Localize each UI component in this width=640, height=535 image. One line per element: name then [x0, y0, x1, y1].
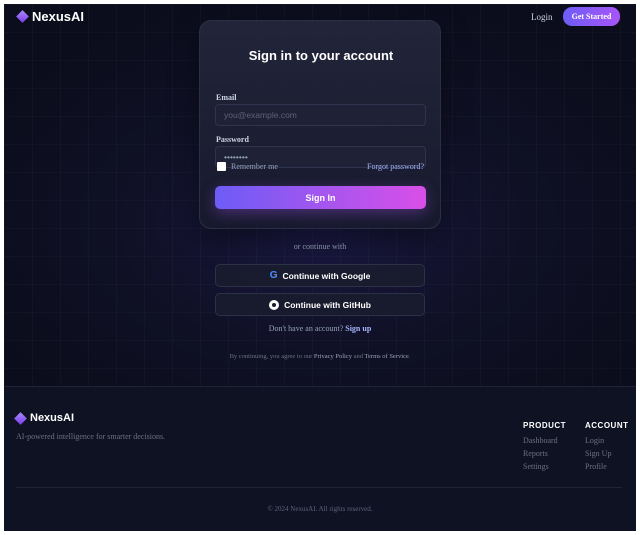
- privacy-policy-link[interactable]: Privacy Policy: [314, 353, 352, 360]
- footer-divider: [16, 487, 622, 488]
- footer-link-reports[interactable]: Reports: [523, 447, 566, 460]
- footer-link-signup[interactable]: Sign Up: [585, 447, 629, 460]
- signin-card: Sign in to your account Email Password R…: [199, 20, 441, 229]
- signin-title: Sign in to your account: [248, 48, 394, 63]
- terms-notice: By continuing, you agree to our Privacy …: [4, 353, 636, 360]
- brand-name: NexusAI: [32, 9, 85, 24]
- brand-logo[interactable]: NexusAI: [16, 9, 85, 24]
- signin-button[interactable]: Sign In: [215, 186, 426, 209]
- forgot-password-link[interactable]: Forgot password?: [367, 162, 424, 171]
- diamond-logo-icon: [16, 10, 29, 23]
- footer: NexusAI AI-powered intelligence for smar…: [4, 386, 636, 531]
- page: NexusAI Login Get Started Sign in to you…: [4, 4, 636, 531]
- footer-column-title: PRODUCT: [523, 421, 567, 430]
- google-button-label: Continue with Google: [282, 270, 371, 281]
- github-signin-button[interactable]: Continue with GitHub: [215, 293, 425, 316]
- terms-suffix: .: [408, 353, 411, 360]
- divider-text: or continue with: [293, 242, 347, 251]
- signup-prompt-text: Don't have an account?: [268, 324, 344, 333]
- terms-of-service-link[interactable]: Terms of Service: [365, 353, 409, 360]
- remember-label: Remember me: [231, 162, 278, 171]
- signup-link[interactable]: Sign up: [345, 324, 371, 333]
- email-field[interactable]: [215, 104, 426, 126]
- remember-checkbox[interactable]: [217, 162, 226, 171]
- google-signin-button[interactable]: G Continue with Google: [215, 264, 425, 287]
- footer-brand[interactable]: NexusAI: [14, 411, 75, 425]
- footer-column-product: PRODUCT Dashboard Reports Settings: [523, 421, 566, 473]
- get-started-button[interactable]: Get Started: [563, 7, 620, 26]
- copyright-text: © 2024 NexusAI. All rights reserved.: [267, 505, 373, 513]
- nav-login-link[interactable]: Login: [531, 12, 553, 22]
- footer-link-profile[interactable]: Profile: [585, 460, 629, 473]
- footer-link-dashboard[interactable]: Dashboard: [523, 434, 566, 447]
- footer-link-login[interactable]: Login: [585, 434, 629, 447]
- remember-me[interactable]: Remember me: [217, 162, 278, 171]
- google-icon: G: [269, 270, 278, 281]
- footer-column-title: ACCOUNT: [585, 421, 629, 430]
- footer-tagline: AI-powered intelligence for smarter deci…: [16, 432, 166, 441]
- password-label: Password: [216, 135, 249, 144]
- footer-brand-name: NexusAI: [30, 412, 75, 424]
- footer-column-account: ACCOUNT Login Sign Up Profile: [585, 421, 629, 473]
- footer-link-settings[interactable]: Settings: [523, 460, 566, 473]
- email-label: Email: [216, 93, 237, 102]
- signup-prompt: Don't have an account? Sign up: [4, 324, 636, 333]
- github-icon: [269, 299, 280, 310]
- terms-prefix: By continuing, you agree to our: [229, 353, 313, 360]
- terms-and: and: [353, 353, 363, 360]
- footer-diamond-logo-icon: [14, 411, 27, 425]
- github-button-label: Continue with GitHub: [284, 299, 371, 310]
